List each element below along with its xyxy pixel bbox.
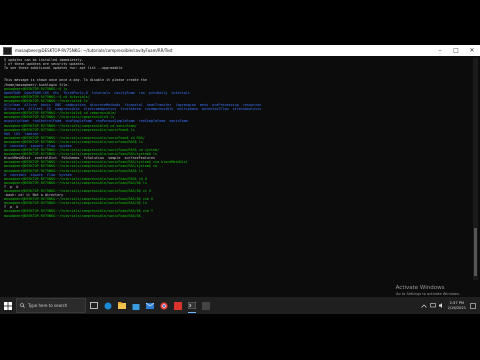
network-icon[interactable] bbox=[429, 303, 436, 308]
terminal-output[interactable]: 5 updates can be installed immediately. 1… bbox=[4, 58, 466, 280]
file-explorer-icon[interactable] bbox=[116, 299, 128, 312]
app-dark-icon[interactable] bbox=[200, 299, 212, 312]
close-button[interactable]: ✕ bbox=[464, 45, 480, 56]
terminal-app-icon bbox=[3, 46, 12, 55]
scrollbar-thumb[interactable] bbox=[474, 228, 477, 276]
notifications-icon[interactable] bbox=[470, 302, 476, 309]
chevron-up-icon[interactable] bbox=[420, 304, 427, 308]
system-tray: 2:37 PM 2/16/2021 bbox=[420, 297, 476, 314]
watermark-heading: Activate Windows bbox=[395, 285, 445, 291]
minimize-button[interactable]: – bbox=[432, 45, 448, 56]
mail-icon[interactable] bbox=[144, 299, 156, 312]
windows-logo-icon bbox=[3, 301, 12, 310]
taskbar: Type here to search 2:37 PM 2/16/2021 bbox=[0, 297, 480, 314]
search-placeholder: Type here to search bbox=[28, 303, 68, 308]
taskbar-clock[interactable]: 2:37 PM 2/16/2021 bbox=[448, 301, 466, 309]
desktop-screen: mosaqbeer@DESKTOP-RV75NKG: ~/tutorials/c… bbox=[0, 45, 480, 297]
clock-time: 2:37 PM bbox=[449, 301, 465, 306]
activate-windows-watermark: Activate Windows Go to Settings to activ… bbox=[396, 285, 460, 296]
edge-browser-icon[interactable] bbox=[102, 299, 114, 312]
start-button[interactable] bbox=[0, 297, 15, 314]
search-icon bbox=[20, 303, 25, 308]
terminal-task-icon[interactable] bbox=[186, 299, 198, 313]
window-title: mosaqbeer@DESKTOP-RV75NKG: ~/tutorials/c… bbox=[15, 48, 173, 53]
window-titlebar[interactable]: mosaqbeer@DESKTOP-RV75NKG: ~/tutorials/c… bbox=[0, 45, 480, 56]
maximize-button[interactable]: □ bbox=[448, 45, 464, 56]
task-view-icon[interactable] bbox=[88, 299, 100, 312]
volume-icon[interactable] bbox=[438, 303, 445, 308]
chrome-icon[interactable] bbox=[158, 299, 170, 312]
terminal-line: mosaqbeer@DESKTOP-RV75NKG:~/tutorials/co… bbox=[4, 213, 145, 218]
taskbar-search-box[interactable]: Type here to search bbox=[16, 298, 86, 313]
store-icon[interactable] bbox=[130, 299, 142, 312]
app-red-icon[interactable] bbox=[172, 299, 184, 312]
terminal-scrollbar[interactable] bbox=[473, 58, 478, 280]
clock-date: 2/16/2021 bbox=[447, 305, 466, 310]
watermark-subtext: Go to Settings to activate Windows. bbox=[395, 292, 460, 296]
